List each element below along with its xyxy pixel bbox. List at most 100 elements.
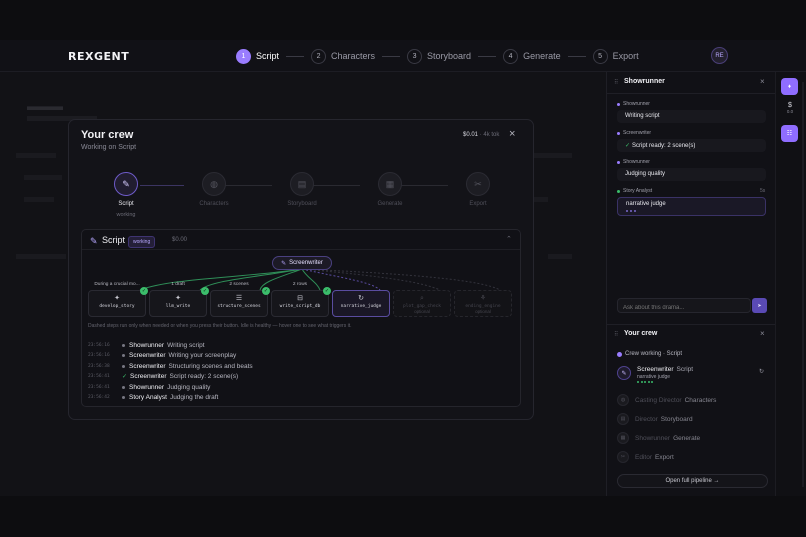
- agent-track: ✎ Script working ◍ Characters ▤ Storyboa…: [69, 172, 535, 232]
- crew-header: ⠿ Your crew ×: [607, 324, 776, 344]
- check-icon: ✓: [262, 287, 270, 295]
- step-label: Generate: [523, 51, 561, 61]
- drag-handle-icon[interactable]: ⠿: [614, 79, 618, 86]
- background-placeholder: [534, 153, 572, 158]
- log-time: 23:56:41: [88, 374, 110, 380]
- modal-title: Your crew: [81, 129, 134, 141]
- tool-structure-scenes[interactable]: ☰ structure_scenes ✓: [210, 287, 270, 317]
- token-count: · 4k tok: [479, 132, 500, 138]
- typing-indicator: [626, 210, 638, 212]
- step-number: 2: [311, 48, 327, 64]
- scrollbar[interactable]: [802, 82, 804, 487]
- activity-log: 23:56:16 Showrunner Writing script 23:56…: [88, 340, 253, 403]
- log-message: Script ready: 2 scene(s): [169, 373, 239, 381]
- log-time: 23:56:16: [88, 342, 110, 348]
- step-number: 5: [592, 48, 608, 64]
- step-export[interactable]: 5 Export: [592, 48, 639, 64]
- storyboard-icon: ▤: [617, 413, 629, 425]
- tool-develop-story[interactable]: ✦ develop_story ✓: [88, 287, 148, 317]
- log-row: 23:56:16 Screenwriter Writing your scree…: [88, 351, 253, 362]
- crew-item[interactable]: ▤ Director Storyboard: [617, 412, 693, 426]
- step-characters[interactable]: 2 Characters: [311, 48, 375, 64]
- sidebar-header: ⠿ Showrunner ×: [607, 72, 776, 94]
- check-icon: ✓: [323, 287, 331, 295]
- send-icon[interactable]: ➤: [752, 298, 767, 313]
- message-text: narrative judge: [626, 201, 666, 207]
- check-icon: ✓: [140, 287, 148, 295]
- user-avatar[interactable]: RE: [711, 47, 728, 64]
- tool-narrative-judge[interactable]: ↻ narrative_judge: [332, 290, 390, 317]
- optional-label: optional: [414, 309, 430, 314]
- storyboard-icon: ▤: [290, 172, 314, 196]
- users-icon: ◍: [202, 172, 226, 196]
- message-author: Showrunner: [617, 101, 650, 107]
- step-script[interactable]: 1 Script: [236, 48, 279, 64]
- agent-name: Export: [469, 201, 487, 207]
- agent-pill-screenwriter[interactable]: ✎ Screenwriter: [272, 256, 332, 270]
- tool-output-label: 2 scenes: [229, 282, 249, 287]
- tool-output-label: During a crucial mo...: [94, 282, 140, 287]
- close-icon[interactable]: ×: [760, 77, 765, 86]
- pipeline-steps: 1 Script 2 Characters 3 Storyboard 4 Gen…: [236, 47, 639, 65]
- app-header: REXGENT 1 Script 2 Characters 3 Storyboa…: [0, 40, 806, 72]
- progress-dots: [637, 381, 655, 383]
- status-dot: [617, 351, 622, 357]
- crew-status: Crew working · Script: [617, 351, 682, 357]
- agent-export[interactable]: ✂ Export: [448, 172, 508, 207]
- step-storyboard[interactable]: 3 Storyboard: [407, 48, 471, 64]
- log-message: Judging quality: [167, 383, 211, 391]
- log-row: 23:56:42 Story Analyst Judging the draft: [88, 393, 253, 404]
- crew-panel-icon[interactable]: ☷: [781, 125, 798, 142]
- agent-generate[interactable]: ▦ Generate: [360, 172, 420, 207]
- log-agent: Story Analyst: [129, 394, 167, 402]
- step-connector: [567, 55, 586, 57]
- ask-input[interactable]: [617, 298, 751, 313]
- message-author: Screenwriter: [617, 130, 651, 136]
- message-bubble-active: narrative judge: [617, 197, 766, 216]
- tool-llm-write[interactable]: ✦ llm_write ✓: [149, 287, 209, 317]
- bullet-icon: [122, 354, 125, 358]
- close-icon[interactable]: ×: [509, 128, 515, 140]
- background-placeholder: [16, 153, 56, 158]
- bullet-icon: [122, 343, 125, 347]
- modal-cost: $0.01 · 4k tok: [463, 132, 499, 138]
- crew-item[interactable]: ▦ Showrunner Generate: [617, 431, 700, 445]
- log-time: 23:56:42: [88, 395, 110, 401]
- script-panel: ✎ Script working $0.00 ⌃ ✎ Screenwriter …: [81, 229, 521, 407]
- tool-ending-engine[interactable]: ⚘ ending_engine optional: [454, 290, 512, 317]
- author-name: Story Analyst: [623, 188, 653, 194]
- crew-role: Casting Director: [635, 396, 682, 404]
- step-generate[interactable]: 4 Generate: [503, 48, 561, 64]
- step-connector: [286, 55, 305, 57]
- tool-write-script-db[interactable]: ⊟ write_script_db ✓: [271, 287, 331, 317]
- optional-label: optional: [475, 309, 491, 314]
- crew-item[interactable]: ✂ Editor Export: [617, 450, 674, 464]
- crew-step: Storyboard: [660, 415, 693, 423]
- close-icon[interactable]: ×: [760, 329, 765, 338]
- agent-characters[interactable]: ◍ Characters: [184, 172, 244, 207]
- agent-name: Storyboard: [287, 201, 317, 207]
- open-pipeline-button[interactable]: Open full pipeline →: [617, 474, 768, 488]
- app-logo[interactable]: REXGENT: [68, 50, 129, 63]
- search-icon: ⌕: [420, 295, 424, 302]
- author-name: Showrunner: [623, 101, 650, 107]
- drag-handle-icon[interactable]: ⠿: [614, 331, 618, 338]
- log-agent: Showrunner: [129, 383, 165, 391]
- log-row: 23:56:16 Showrunner Writing script: [88, 340, 253, 351]
- tool-plot-gap-check[interactable]: ⌕ plot_gap_check optional: [393, 290, 451, 317]
- spinner-icon: ↻: [759, 369, 765, 375]
- agent-script[interactable]: ✎ Script working: [96, 172, 156, 218]
- crew-item-active[interactable]: ✎ Screenwriter Script narrative judge ↻: [617, 364, 766, 387]
- message-time: 5s: [760, 188, 766, 194]
- message-bubble: ✓ Script ready: 2 scene(s): [617, 139, 766, 152]
- bullet-icon: [122, 385, 125, 389]
- agent-storyboard[interactable]: ▤ Storyboard: [272, 172, 332, 207]
- showrunner-sidebar: ⠿ Showrunner × Showrunner Writing script…: [606, 72, 776, 496]
- log-message: Judging the draft: [169, 394, 219, 402]
- message-bubble: Writing script: [617, 110, 766, 123]
- background-placeholder: [24, 175, 62, 180]
- tool-name: write_script_db: [279, 304, 321, 309]
- crew-item[interactable]: ◍ Casting Director Characters: [617, 393, 716, 407]
- author-name: Showrunner: [623, 159, 650, 165]
- notification-icon[interactable]: ♦: [781, 78, 798, 95]
